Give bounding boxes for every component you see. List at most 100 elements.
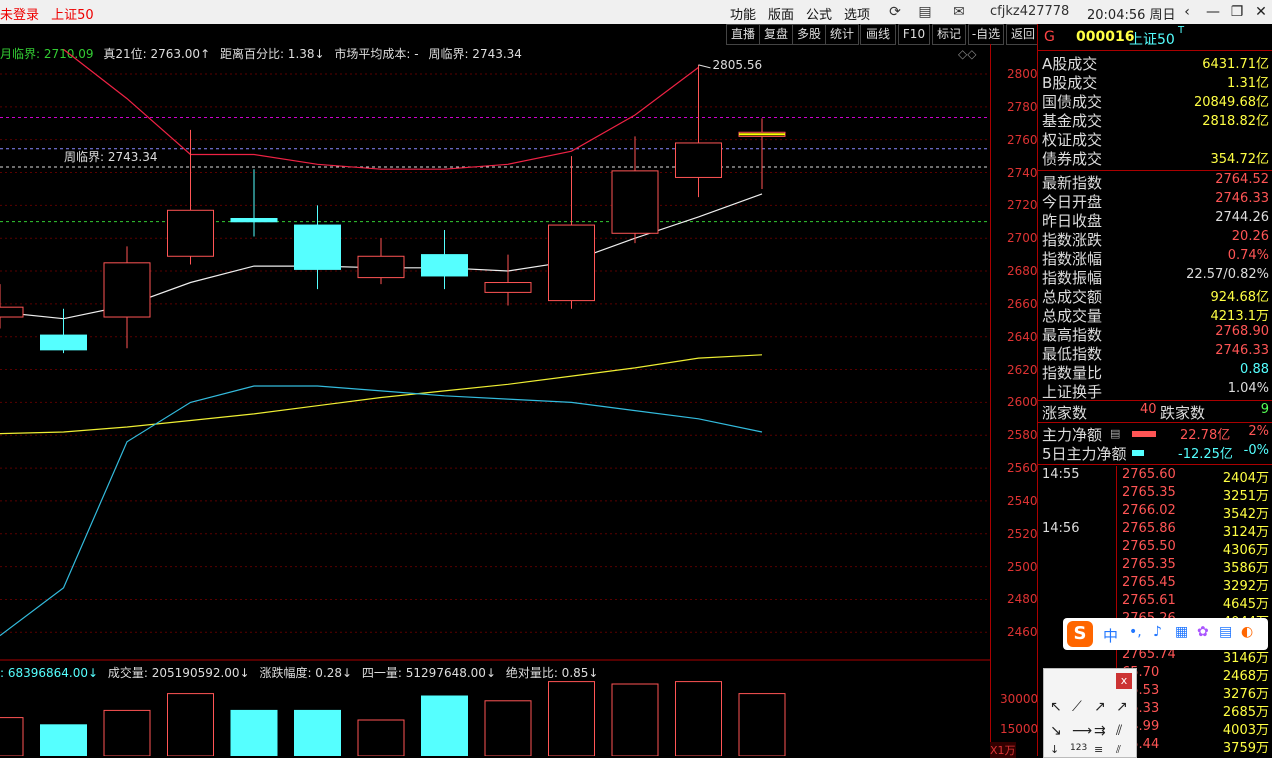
price-tick: 2740 <box>1007 165 1038 180</box>
price-tick: 2480 <box>1007 592 1038 607</box>
drawing-tools-panel: x ↖ ⟋ ↗ ↗ ↘ ⟶ ⇉ ⫽ ↓ 123 ≡ ⫽ <box>1043 668 1137 758</box>
tick-row: 2765.61 4645万 <box>1042 593 1269 612</box>
clipboard-icon[interactable]: ▤ <box>916 3 934 21</box>
tick-volume: 4003万 <box>1222 723 1269 738</box>
parallel-icon[interactable]: ⫽ <box>1116 723 1122 739</box>
stat-value: 2764.52 <box>1215 172 1269 187</box>
stat-label: 总成交额 <box>1042 288 1103 306</box>
mascot-icon[interactable]: ◐ <box>1241 624 1253 640</box>
volume-bar <box>40 724 87 756</box>
volume-bar <box>294 709 341 756</box>
tick-volume: 4306万 <box>1222 543 1269 558</box>
maximize-icon[interactable]: ❐ <box>1226 2 1248 22</box>
main-flow-pct: 2% <box>1248 424 1269 439</box>
candles <box>0 64 786 354</box>
flow5-pct: -0% <box>1243 443 1269 458</box>
stat-value: 0.88 <box>1240 362 1269 377</box>
tick-volume: 3292万 <box>1222 579 1269 594</box>
menu-formula[interactable]: 公式 <box>806 4 832 23</box>
candle-body <box>675 142 722 178</box>
stat-row: 昨日收盘 2744.26 <box>1042 210 1269 230</box>
ime-logo-icon[interactable]: S <box>1067 621 1093 647</box>
minimize-icon[interactable]: — <box>1202 2 1224 22</box>
stat-value: 2744.26 <box>1215 210 1269 225</box>
stat-label: 指数量比 <box>1042 364 1103 382</box>
fib-icon[interactable]: ≡ <box>1094 743 1103 756</box>
btn-back[interactable]: 返回 <box>1006 24 1040 45</box>
skin-icon[interactable]: ✿ <box>1197 624 1209 640</box>
candle-body <box>484 282 532 293</box>
ime-lang[interactable]: 中 <box>1103 625 1118 646</box>
candle-body <box>548 224 595 302</box>
back-icon[interactable]: ‹ <box>1176 2 1198 22</box>
close-icon[interactable]: x <box>1116 673 1132 689</box>
down-count: 9 <box>1260 402 1269 417</box>
gann-icon[interactable]: ⫽ <box>1116 743 1121 757</box>
line-icon[interactable]: ⟋ <box>1072 699 1082 715</box>
btn-stats[interactable]: 统计 <box>825 24 859 45</box>
list-icon[interactable]: ▤ <box>1110 427 1120 440</box>
menu-function[interactable]: 功能 <box>730 4 756 23</box>
tick-time: 14:56 <box>1042 521 1080 536</box>
title-bar: 未登录 上证50 功能 版面 公式 选项 ⟳ ▤ ✉ cfjkz427778 2… <box>0 0 1272 24</box>
keyboard-icon[interactable]: ▦ <box>1175 624 1188 640</box>
btn-multi[interactable]: 多股 <box>792 24 826 45</box>
stat-row: 最高指数 2768.90 <box>1042 324 1269 344</box>
refresh-icon[interactable]: ⟳ <box>886 3 904 21</box>
channel-icon[interactable]: ⇉ <box>1094 723 1106 739</box>
candle-body <box>357 255 405 279</box>
ime-toolbar[interactable]: S 中 •, ♪ ▦ ✿ ▤ ◐ <box>1063 618 1268 650</box>
menu-options[interactable]: 选项 <box>844 4 870 23</box>
login-status[interactable]: 未登录 上证50 <box>0 4 94 23</box>
pointer-icon[interactable]: ↖ <box>1050 699 1062 715</box>
market-label: A股成交 <box>1042 55 1098 73</box>
btn-remove-fav[interactable]: -自选 <box>968 24 1004 45</box>
candle-body <box>230 217 278 223</box>
market-row: B股成交 1.31亿 <box>1042 72 1269 92</box>
vol-tick-15000: 15000 <box>1000 722 1039 736</box>
vol-item-b: 成交量: 205190592.00↓ <box>107 666 250 680</box>
menu-layout[interactable]: 版面 <box>768 4 794 23</box>
ma-yellow-line <box>0 354 763 435</box>
microphone-icon[interactable]: ♪ <box>1153 624 1162 640</box>
user-id[interactable]: cfjkz427778 <box>990 4 1069 19</box>
quote-header: G 000016 上证50 T <box>1038 24 1272 50</box>
tick-price: 2765.50 <box>1122 539 1176 554</box>
stat-row: 总成交量 4213.1万 <box>1042 305 1269 325</box>
volume-bar <box>548 681 595 756</box>
stat-row: 指数涨幅 0.74% <box>1042 248 1269 268</box>
wave-icon[interactable]: 123 <box>1070 743 1087 753</box>
market-row: 基金成交 2818.82亿 <box>1042 110 1269 130</box>
vol-item-d: 四一量: 51297648.00↓ <box>361 666 496 680</box>
btn-drawline[interactable]: 画线 <box>860 24 896 45</box>
vline-icon[interactable]: ↓ <box>1050 743 1059 756</box>
segment-icon[interactable]: ↘ <box>1050 723 1062 739</box>
stat-row: 指数量比 0.88 <box>1042 362 1269 382</box>
flow5-row: 5日主力净额 -12.25亿 -0% <box>1042 443 1269 463</box>
tick-row: 14:56 2765.86 3124万 <box>1042 521 1269 540</box>
kline-chart[interactable]: 2805.56 周临界: 2743.34 <box>0 44 990 756</box>
candle-body <box>103 262 151 318</box>
ma-blue-line <box>0 385 763 637</box>
ray-icon[interactable]: ↗ <box>1094 699 1106 715</box>
price-tick: 2640 <box>1007 329 1038 344</box>
vol-tick-30000: 30000 <box>1000 692 1039 706</box>
stat-label: 指数涨跌 <box>1042 231 1103 249</box>
btn-live[interactable]: 直播 <box>726 24 760 45</box>
login-status-text[interactable]: 未登录 <box>0 8 39 23</box>
stat-value: 20.26 <box>1231 229 1269 244</box>
mail-icon[interactable]: ✉ <box>950 3 968 21</box>
btn-mark[interactable]: 标记 <box>932 24 966 45</box>
high-pointer <box>698 64 711 69</box>
tick-price: 2765.35 <box>1122 485 1176 500</box>
hline-icon[interactable]: ⟶ <box>1072 723 1092 739</box>
btn-f10[interactable]: F10 <box>898 24 930 45</box>
arrow-icon[interactable]: ↗ <box>1116 699 1128 715</box>
tick-row: 2765.45 3292万 <box>1042 575 1269 594</box>
btn-replay[interactable]: 复盘 <box>759 24 793 45</box>
tick-volume: 3542万 <box>1222 507 1269 522</box>
volume-bar <box>357 719 405 756</box>
close-icon[interactable]: ✕ <box>1250 2 1272 22</box>
punctuation-icon[interactable]: •, <box>1129 624 1142 640</box>
toolbox-icon[interactable]: ▤ <box>1219 624 1232 640</box>
